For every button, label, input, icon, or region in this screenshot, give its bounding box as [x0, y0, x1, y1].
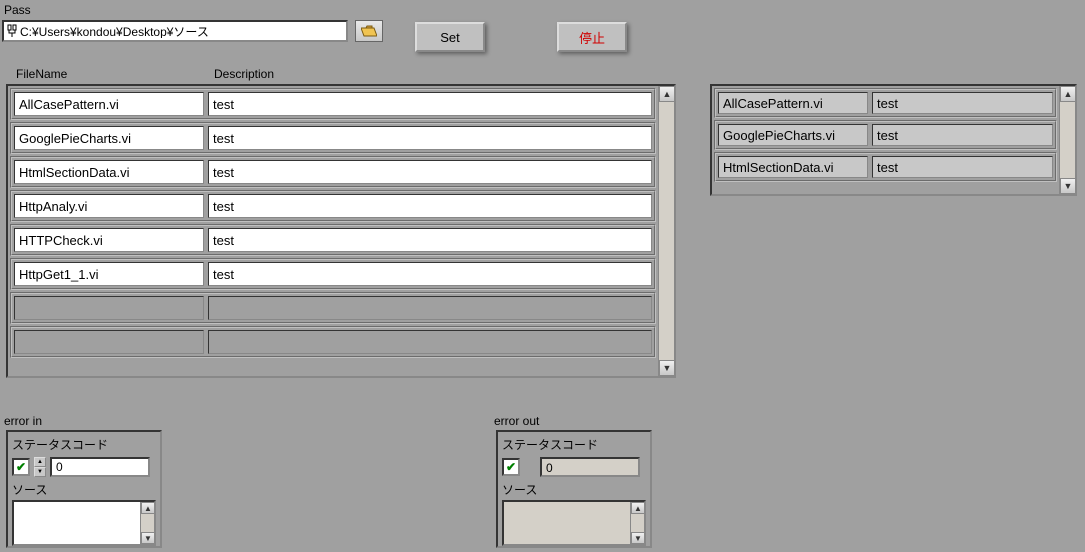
list-item: AllCasePattern.vi test [714, 88, 1057, 118]
description-field[interactable] [208, 228, 652, 252]
error-source-box: ▲ ▼ [12, 500, 156, 546]
path-type-icon [6, 23, 18, 39]
scroll-down-icon[interactable]: ▼ [659, 360, 675, 376]
column-header-filename: FileName [16, 67, 67, 81]
description-field[interactable] [208, 126, 652, 150]
description-field-empty [208, 330, 652, 354]
scroll-up-icon[interactable]: ▲ [631, 502, 645, 514]
status-code-label: ステータスコード [502, 436, 646, 453]
column-header-description: Description [214, 67, 274, 81]
error-out-label: error out [494, 414, 539, 428]
filename-field[interactable] [14, 194, 204, 218]
scroll-up-icon[interactable]: ▲ [1060, 86, 1076, 102]
filename-cell: HtmlSectionData.vi [718, 156, 868, 178]
description-field[interactable] [208, 160, 652, 184]
left-file-list: ▲ ▼ [6, 84, 676, 378]
browse-button[interactable] [355, 20, 383, 42]
spin-down-icon[interactable]: ▼ [34, 467, 46, 477]
description-cell: test [872, 156, 1053, 178]
scrollbar-vertical[interactable]: ▲ ▼ [140, 502, 154, 544]
filename-field[interactable] [14, 228, 204, 252]
code-spinner[interactable]: ▲ ▼ [34, 457, 46, 477]
list-item [10, 224, 656, 256]
pass-label: Pass [4, 3, 31, 17]
error-code-field[interactable] [50, 457, 150, 477]
check-icon: ✔ [506, 460, 516, 474]
filename-cell: GooglePieCharts.vi [718, 124, 868, 146]
filename-field-empty [14, 296, 204, 320]
description-cell: test [872, 92, 1053, 114]
error-out-cluster: ステータスコード ✔ 0 ソース ▲ ▼ [496, 430, 652, 548]
scroll-down-icon[interactable]: ▼ [1060, 178, 1076, 194]
source-label: ソース [12, 481, 156, 498]
description-field-empty [208, 296, 652, 320]
filename-field[interactable] [14, 262, 204, 286]
folder-open-icon [361, 25, 377, 37]
path-field-container [2, 20, 348, 42]
scroll-up-icon[interactable]: ▲ [659, 86, 675, 102]
description-cell: test [872, 124, 1053, 146]
status-ok-indicator[interactable]: ✔ [12, 458, 30, 476]
error-in-cluster: ステータスコード ✔ ▲ ▼ ソース ▲ ▼ [6, 430, 162, 548]
stop-button[interactable]: 停止 [557, 22, 627, 52]
filename-field[interactable] [14, 160, 204, 184]
error-code-indicator: 0 [540, 457, 640, 477]
list-item: HtmlSectionData.vi test [714, 152, 1057, 182]
scroll-down-icon[interactable]: ▼ [141, 532, 155, 544]
description-field[interactable] [208, 262, 652, 286]
error-source-indicator [504, 502, 630, 544]
filename-field[interactable] [14, 92, 204, 116]
description-field[interactable] [208, 194, 652, 218]
path-input[interactable] [20, 24, 346, 38]
list-item [10, 122, 656, 154]
status-ok-indicator: ✔ [502, 458, 520, 476]
filename-cell: AllCasePattern.vi [718, 92, 868, 114]
scrollbar-vertical[interactable]: ▲ ▼ [1059, 86, 1075, 194]
check-icon: ✔ [16, 460, 26, 474]
source-label: ソース [502, 481, 646, 498]
right-file-list: AllCasePattern.vi test GooglePieCharts.v… [710, 84, 1077, 196]
list-item-empty [10, 292, 656, 324]
list-item-empty [10, 326, 656, 358]
scrollbar-vertical[interactable]: ▲ ▼ [658, 86, 674, 376]
error-in-label: error in [4, 414, 42, 428]
description-field[interactable] [208, 92, 652, 116]
list-item [10, 88, 656, 120]
filename-field-empty [14, 330, 204, 354]
list-item [10, 258, 656, 290]
error-source-field[interactable] [14, 502, 140, 544]
spin-up-icon[interactable]: ▲ [34, 457, 46, 467]
list-item: GooglePieCharts.vi test [714, 120, 1057, 150]
list-item [10, 190, 656, 222]
scrollbar-vertical[interactable]: ▲ ▼ [630, 502, 644, 544]
status-code-label: ステータスコード [12, 436, 156, 453]
set-button[interactable]: Set [415, 22, 485, 52]
scroll-down-icon[interactable]: ▼ [631, 532, 645, 544]
list-item [10, 156, 656, 188]
scroll-up-icon[interactable]: ▲ [141, 502, 155, 514]
error-source-box: ▲ ▼ [502, 500, 646, 546]
filename-field[interactable] [14, 126, 204, 150]
